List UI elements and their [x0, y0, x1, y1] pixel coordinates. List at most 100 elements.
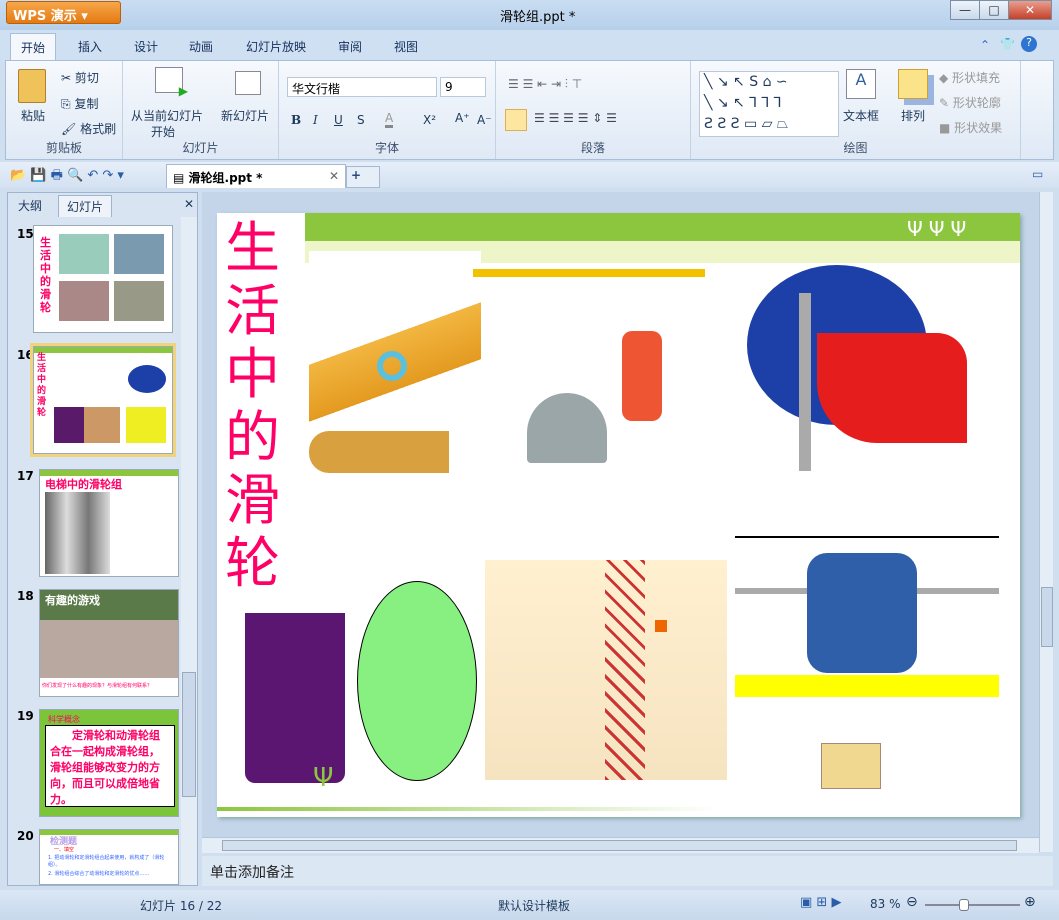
textbox-icon: A [846, 69, 876, 99]
slide-thumb-19[interactable]: 科学概念 定滑轮和动滑轮组合在一起构成滑轮组，滑轮组能够改变力的方向，而且可以成… [39, 709, 179, 817]
quick-tools-icons[interactable]: 📂 💾 🖶 🔍 ↶ ↷ ▾ [10, 166, 124, 188]
thumb-line: 一、填空 [54, 847, 75, 853]
window-title: 滑轮组.ppt * [500, 10, 576, 25]
close-button[interactable]: ✕ [1008, 0, 1052, 20]
shrink-font-button[interactable]: A⁻ [477, 113, 492, 127]
font-size-select[interactable]: 9 [440, 77, 486, 97]
slide[interactable]: ΨΨΨ 生活中的滑轮 Ψ [217, 213, 1020, 817]
slide-thumb-18[interactable]: 有趣的游戏 你们发现了什么有趣的现象？与滑轮组有何联系？ [39, 589, 179, 697]
crate-image [821, 743, 881, 789]
slides-group: ▶ 从当前幻灯片 开始 新幻灯片 幻灯片 [123, 61, 279, 159]
thumb-caption: 你们发现了什么有趣的现象？与滑轮组有何联系？ [40, 678, 178, 696]
new-slide-icon [235, 71, 261, 95]
close-panel-icon[interactable]: ✕ [176, 195, 202, 213]
bear-image [622, 331, 662, 421]
zoom-in-icon[interactable]: ⊕ [1024, 894, 1036, 910]
shape-fill-label: 形状填充 [952, 71, 1001, 85]
well-beam [473, 269, 705, 277]
quick-access-toolbar: 📂 💾 🖶 🔍 ↶ ↷ ▾ ▭ [0, 162, 1059, 188]
slide-position: 幻灯片 16 / 22 [140, 899, 223, 913]
paste-button[interactable]: 粘贴 [21, 107, 45, 124]
from-current-button[interactable]: 从当前幻灯片 [131, 107, 203, 124]
font-name-select[interactable]: 华文行楷 [287, 77, 437, 97]
bullets-icon[interactable]: ☰ ☰ ⇤ ⇥ ⫶ ⊤ [508, 77, 582, 92]
arrange-icon [898, 69, 928, 99]
minimize-button[interactable]: — [950, 0, 980, 20]
thumb-title: 科学概念 [48, 715, 80, 724]
shapes-gallery[interactable]: ╲ ↘ ↖ S ⌂ ∽ ╲ ↘ ↖ ⅂ ⅂ ⅂ Ƨ Ƨ Ƨ ▭ ▱ ⏢ [699, 71, 839, 137]
help-icon[interactable]: ? [1021, 36, 1037, 52]
tab-design[interactable]: 设计 [134, 38, 158, 55]
tab-view[interactable]: 视图 [394, 38, 418, 55]
underline-button[interactable]: U [334, 113, 343, 127]
maximize-button[interactable]: □ [979, 0, 1009, 20]
tab-slides[interactable]: 幻灯片 [58, 195, 113, 217]
cut-button[interactable]: ✂ 剪切 [61, 69, 99, 86]
shape-effect-button[interactable]: ■ 形状效果 [939, 119, 1002, 136]
worker-image [807, 553, 917, 673]
document-tab[interactable]: ▤ 滑轮组.ppt * ✕ [166, 164, 346, 188]
horizontal-scrollbar[interactable] [202, 837, 1039, 853]
cut-label: 剪切 [74, 71, 99, 85]
thumb-line: 1. 把动滑轮和定滑轮组合起来使用，就构成了（滑轮组）。 [48, 855, 165, 868]
status-bar: 幻灯片 16 / 22 默认设计模板 ▣ ⊞ ▶ 83 % ⊖ ⊕ [0, 890, 1059, 920]
wps-menu-button[interactable]: WPS 演示 ▾ [6, 1, 121, 24]
new-tab-button[interactable]: + [346, 166, 380, 188]
shape-outline-button[interactable]: ✎ 形状轮廓 [939, 94, 1001, 111]
thumb-title: 电梯中的滑轮组 [45, 478, 122, 491]
thumb-image [114, 281, 164, 321]
superscript-button[interactable]: X² [423, 113, 436, 127]
align-buttons-icon[interactable]: ☰ ☰ ☰ ☰ ⇕ ☰ [534, 111, 617, 125]
bold-button[interactable]: B [291, 113, 301, 127]
zoom-out-icon[interactable]: ⊖ [906, 894, 918, 910]
thumb-image [59, 281, 109, 321]
clipboard-group: 粘贴 ✂ 剪切 ⎘ 复制 🖌 格式刷 剪贴板 [6, 61, 123, 159]
textbox-button[interactable]: 文本框 [843, 107, 879, 124]
drawing-label: 绘图 [843, 141, 868, 155]
flag [817, 333, 967, 443]
thumb-image [59, 234, 109, 274]
zoom-slider[interactable] [925, 899, 1020, 911]
new-slide-button[interactable]: 新幻灯片 [221, 107, 269, 124]
close-tab-icon[interactable]: ✕ [329, 169, 339, 183]
shape-fill-button[interactable]: ◆ 形状填充 [939, 69, 1000, 86]
notes-area[interactable]: 单击添加备注 [202, 856, 1053, 886]
thumb-number: 20 [17, 829, 34, 843]
copy-button[interactable]: ⎘ 复制 [61, 95, 98, 112]
slides-label: 幻灯片 [182, 141, 219, 155]
sprout-icon: ΨΨΨ [907, 217, 973, 241]
tab-slideshow[interactable]: 幻灯片放映 [246, 38, 306, 55]
crane-hook-image [309, 251, 481, 473]
start-label[interactable]: 开始 [151, 123, 175, 140]
tab-review[interactable]: 审阅 [338, 38, 362, 55]
grow-font-button[interactable]: A⁺ [455, 111, 470, 125]
ribbon-tabs: 开始 插入 设计 动画 幻灯片放映 审阅 视图 ⌃ 👕 ? [0, 30, 1059, 61]
arrange-button[interactable]: 排列 [901, 107, 925, 124]
tab-insert[interactable]: 插入 [78, 38, 102, 55]
shadow-button[interactable]: S [357, 113, 365, 127]
curtain-pulley-circle [357, 581, 477, 781]
panel-scrollbar[interactable] [181, 217, 197, 885]
thumb-number: 19 [17, 709, 34, 723]
format-painter-button[interactable]: 🖌 格式刷 [61, 120, 116, 137]
tab-home[interactable]: 开始 [10, 33, 57, 61]
tab-outline[interactable]: 大纲 [10, 195, 50, 216]
italic-button[interactable]: I [313, 113, 318, 127]
window-switch-icon[interactable]: ▭ [1032, 167, 1043, 181]
skin-icon[interactable]: 👕 [1000, 37, 1015, 51]
thumb-title: 生活中的滑轮 [40, 236, 51, 314]
vertical-scrollbar[interactable] [1039, 192, 1053, 852]
slide-thumb-16[interactable]: 生活中的滑轮 [30, 343, 176, 457]
font-color-button[interactable]: A [385, 111, 394, 128]
view-buttons-icon[interactable]: ▣ ⊞ ▶ [800, 895, 841, 910]
slide-thumb-17[interactable]: 电梯中的滑轮组 [39, 469, 179, 577]
slide-thumb-20[interactable]: 检测题 一、填空 1. 把动滑轮和定滑轮组合起来使用，就构成了（滑轮组）。 2.… [39, 829, 179, 885]
font-label: 字体 [374, 141, 399, 155]
align-left-icon[interactable] [505, 109, 527, 131]
collapse-ribbon-icon[interactable]: ⌃ [980, 38, 990, 52]
flagpole [799, 293, 811, 471]
template-name: 默认设计模板 [498, 899, 571, 913]
tab-animation[interactable]: 动画 [189, 38, 213, 55]
slide-thumb-15[interactable]: 生活中的滑轮 [33, 225, 173, 333]
shape-effect-label: 形状效果 [954, 121, 1003, 135]
